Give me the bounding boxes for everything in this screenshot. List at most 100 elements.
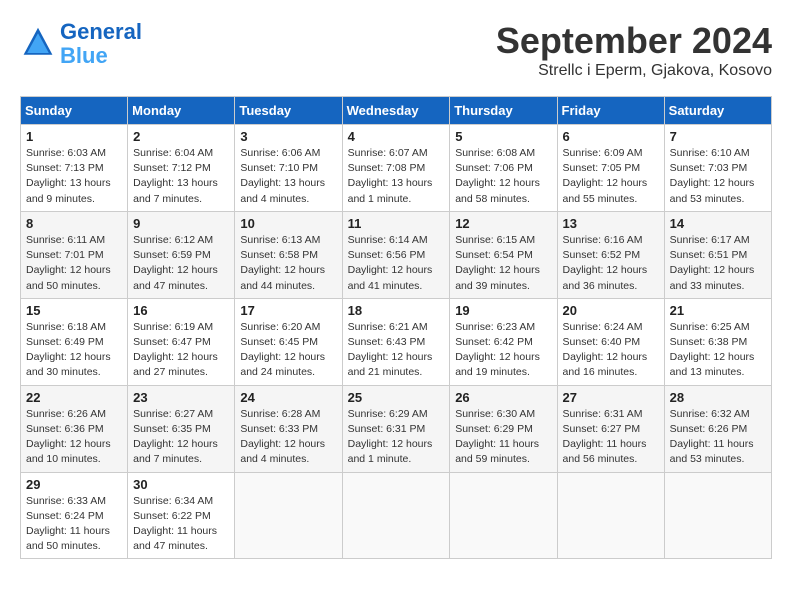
calendar-day-cell: 18Sunrise: 6:21 AMSunset: 6:43 PMDayligh… bbox=[342, 298, 450, 385]
day-detail: Sunrise: 6:24 AMSunset: 6:40 PMDaylight:… bbox=[563, 320, 659, 381]
calendar-day-cell bbox=[557, 472, 664, 559]
day-number: 4 bbox=[348, 129, 445, 144]
day-detail: Sunrise: 6:19 AMSunset: 6:47 PMDaylight:… bbox=[133, 320, 229, 381]
day-number: 21 bbox=[670, 303, 766, 318]
logo-icon bbox=[20, 26, 56, 62]
day-of-week-header: Saturday bbox=[664, 97, 771, 125]
location: Strellc i Eperm, Gjakova, Kosovo bbox=[496, 62, 772, 80]
calendar-day-cell: 11Sunrise: 6:14 AMSunset: 6:56 PMDayligh… bbox=[342, 211, 450, 298]
day-number: 20 bbox=[563, 303, 659, 318]
calendar-header-row: SundayMondayTuesdayWednesdayThursdayFrid… bbox=[21, 97, 772, 125]
day-detail: Sunrise: 6:09 AMSunset: 7:05 PMDaylight:… bbox=[563, 146, 659, 207]
calendar-day-cell: 25Sunrise: 6:29 AMSunset: 6:31 PMDayligh… bbox=[342, 385, 450, 472]
day-number: 27 bbox=[563, 390, 659, 405]
calendar-day-cell: 6 Sunrise: 6:09 AMSunset: 7:05 PMDaylight… bbox=[557, 125, 664, 212]
calendar-day-cell: 4 Sunrise: 6:07 AMSunset: 7:08 PMDaylight… bbox=[342, 125, 450, 212]
calendar-day-cell bbox=[450, 472, 557, 559]
calendar-day-cell: 19 Sunrise: 6:23 AMSunset: 6:42 PMDayligh… bbox=[450, 298, 557, 385]
day-detail: Sunrise: 6:25 AMSunset: 6:38 PMDaylight:… bbox=[670, 320, 766, 381]
day-detail: Sunrise: 6:16 AMSunset: 6:52 PMDaylight:… bbox=[563, 233, 659, 294]
day-detail: Sunrise: 6:28 AMSunset: 6:33 PMDaylight:… bbox=[240, 407, 336, 468]
day-of-week-header: Friday bbox=[557, 97, 664, 125]
calendar-day-cell: 22 Sunrise: 6:26 AMSunset: 6:36 PMDayligh… bbox=[21, 385, 128, 472]
day-number: 5 bbox=[455, 129, 551, 144]
calendar-day-cell: 5 Sunrise: 6:08 AMSunset: 7:06 PMDaylight… bbox=[450, 125, 557, 212]
day-number: 26 bbox=[455, 390, 551, 405]
day-detail: Sunrise: 6:32 AMSunset: 6:26 PMDaylight:… bbox=[670, 407, 766, 468]
calendar-day-cell: 20 Sunrise: 6:24 AMSunset: 6:40 PMDayligh… bbox=[557, 298, 664, 385]
day-number: 3 bbox=[240, 129, 336, 144]
day-of-week-header: Monday bbox=[128, 97, 235, 125]
calendar-day-cell: 27 Sunrise: 6:31 AMSunset: 6:27 PMDayligh… bbox=[557, 385, 664, 472]
day-detail: Sunrise: 6:10 AMSunset: 7:03 PMDaylight:… bbox=[670, 146, 766, 207]
day-number: 14 bbox=[670, 216, 766, 231]
day-detail: Sunrise: 6:20 AMSunset: 6:45 PMDaylight:… bbox=[240, 320, 336, 381]
calendar-day-cell bbox=[235, 472, 342, 559]
calendar-day-cell bbox=[342, 472, 450, 559]
month-title: September 2024 bbox=[496, 20, 772, 62]
day-number: 7 bbox=[670, 129, 766, 144]
day-detail: Sunrise: 6:12 AMSunset: 6:59 PMDaylight:… bbox=[133, 233, 229, 294]
calendar-day-cell: 24 Sunrise: 6:28 AMSunset: 6:33 PMDayligh… bbox=[235, 385, 342, 472]
day-detail: Sunrise: 6:15 AMSunset: 6:54 PMDaylight:… bbox=[455, 233, 551, 294]
logo: General Blue bbox=[20, 20, 142, 68]
calendar-table: SundayMondayTuesdayWednesdayThursdayFrid… bbox=[20, 96, 772, 559]
calendar-week-row: 15 Sunrise: 6:18 AMSunset: 6:49 PMDayligh… bbox=[21, 298, 772, 385]
day-number: 6 bbox=[563, 129, 659, 144]
calendar-day-cell: 12Sunrise: 6:15 AMSunset: 6:54 PMDayligh… bbox=[450, 211, 557, 298]
title-block: September 2024 Strellc i Eperm, Gjakova,… bbox=[496, 20, 772, 80]
calendar-day-cell: 7 Sunrise: 6:10 AMSunset: 7:03 PMDaylight… bbox=[664, 125, 771, 212]
day-of-week-header: Thursday bbox=[450, 97, 557, 125]
day-detail: Sunrise: 6:23 AMSunset: 6:42 PMDaylight:… bbox=[455, 320, 551, 381]
calendar-day-cell: 8 Sunrise: 6:11 AMSunset: 7:01 PMDaylight… bbox=[21, 211, 128, 298]
day-detail: Sunrise: 6:03 AMSunset: 7:13 PMDaylight:… bbox=[26, 146, 122, 207]
day-detail: Sunrise: 6:21 AMSunset: 6:43 PMDaylight:… bbox=[348, 320, 445, 381]
calendar-day-cell: 21 Sunrise: 6:25 AMSunset: 6:38 PMDayligh… bbox=[664, 298, 771, 385]
day-number: 1 bbox=[26, 129, 122, 144]
day-of-week-header: Wednesday bbox=[342, 97, 450, 125]
day-of-week-header: Sunday bbox=[21, 97, 128, 125]
day-number: 9 bbox=[133, 216, 229, 231]
day-number: 15 bbox=[26, 303, 122, 318]
day-of-week-header: Tuesday bbox=[235, 97, 342, 125]
day-detail: Sunrise: 6:17 AMSunset: 6:51 PMDaylight:… bbox=[670, 233, 766, 294]
day-detail: Sunrise: 6:34 AMSunset: 6:22 PMDaylight:… bbox=[133, 494, 229, 555]
calendar-day-cell: 30 Sunrise: 6:34 AMSunset: 6:22 PMDayligh… bbox=[128, 472, 235, 559]
calendar-day-cell: 29 Sunrise: 6:33 AMSunset: 6:24 PMDayligh… bbox=[21, 472, 128, 559]
day-number: 29 bbox=[26, 477, 122, 492]
day-number: 28 bbox=[670, 390, 766, 405]
day-number: 22 bbox=[26, 390, 122, 405]
calendar-week-row: 29 Sunrise: 6:33 AMSunset: 6:24 PMDayligh… bbox=[21, 472, 772, 559]
day-detail: Sunrise: 6:08 AMSunset: 7:06 PMDaylight:… bbox=[455, 146, 551, 207]
calendar-day-cell bbox=[664, 472, 771, 559]
day-number: 23 bbox=[133, 390, 229, 405]
day-detail: Sunrise: 6:26 AMSunset: 6:36 PMDaylight:… bbox=[26, 407, 122, 468]
day-number: 8 bbox=[26, 216, 122, 231]
calendar-day-cell: 9 Sunrise: 6:12 AMSunset: 6:59 PMDaylight… bbox=[128, 211, 235, 298]
logo-text: General Blue bbox=[60, 20, 142, 68]
day-number: 13 bbox=[563, 216, 659, 231]
calendar-day-cell: 13 Sunrise: 6:16 AMSunset: 6:52 PMDayligh… bbox=[557, 211, 664, 298]
calendar-day-cell: 23 Sunrise: 6:27 AMSunset: 6:35 PMDayligh… bbox=[128, 385, 235, 472]
day-number: 11 bbox=[348, 216, 445, 231]
day-detail: Sunrise: 6:11 AMSunset: 7:01 PMDaylight:… bbox=[26, 233, 122, 294]
calendar-day-cell: 15 Sunrise: 6:18 AMSunset: 6:49 PMDayligh… bbox=[21, 298, 128, 385]
day-number: 10 bbox=[240, 216, 336, 231]
calendar-day-cell: 17 Sunrise: 6:20 AMSunset: 6:45 PMDayligh… bbox=[235, 298, 342, 385]
day-detail: Sunrise: 6:06 AMSunset: 7:10 PMDaylight:… bbox=[240, 146, 336, 207]
day-number: 25 bbox=[348, 390, 445, 405]
calendar-day-cell: 26Sunrise: 6:30 AMSunset: 6:29 PMDayligh… bbox=[450, 385, 557, 472]
day-number: 30 bbox=[133, 477, 229, 492]
calendar-day-cell: 1 Sunrise: 6:03 AMSunset: 7:13 PMDaylight… bbox=[21, 125, 128, 212]
day-number: 17 bbox=[240, 303, 336, 318]
day-detail: Sunrise: 6:31 AMSunset: 6:27 PMDaylight:… bbox=[563, 407, 659, 468]
day-detail: Sunrise: 6:13 AMSunset: 6:58 PMDaylight:… bbox=[240, 233, 336, 294]
calendar-day-cell: 3 Sunrise: 6:06 AMSunset: 7:10 PMDaylight… bbox=[235, 125, 342, 212]
day-detail: Sunrise: 6:07 AMSunset: 7:08 PMDaylight:… bbox=[348, 146, 445, 207]
day-number: 2 bbox=[133, 129, 229, 144]
day-detail: Sunrise: 6:18 AMSunset: 6:49 PMDaylight:… bbox=[26, 320, 122, 381]
day-number: 19 bbox=[455, 303, 551, 318]
day-number: 24 bbox=[240, 390, 336, 405]
day-detail: Sunrise: 6:27 AMSunset: 6:35 PMDaylight:… bbox=[133, 407, 229, 468]
day-detail: Sunrise: 6:33 AMSunset: 6:24 PMDaylight:… bbox=[26, 494, 122, 555]
